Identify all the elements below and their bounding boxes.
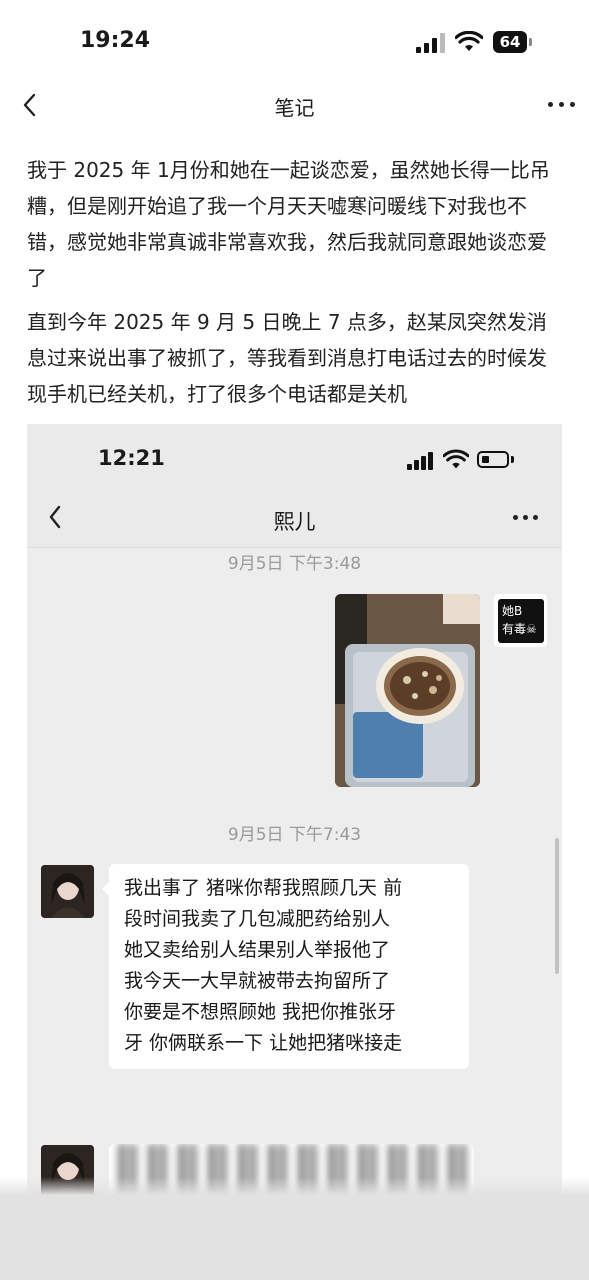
message-line: 她又卖给别人结果别人举报他了 bbox=[124, 939, 391, 961]
chat-timestamp: 9月5日 下午3:48 bbox=[227, 554, 362, 574]
chat-battery-cap bbox=[511, 456, 514, 463]
bottom-overlay bbox=[0, 1177, 589, 1280]
chat-timestamp: 9月5日 下午7:43 bbox=[227, 825, 362, 845]
page-title: 笔记 bbox=[274, 96, 315, 120]
chat-header: 12:21 熙儿 bbox=[27, 424, 562, 548]
message-line: 牙 你俩联系一下 让她把猪咪接走 bbox=[124, 1032, 403, 1054]
cellular-signal-icon bbox=[416, 33, 446, 53]
note-body: 我于 2025 年 1月份和她在一起谈恋爱，虽然她长得一比吊糟，但是刚开始追了我… bbox=[27, 152, 562, 420]
chat-ellipsis-icon[interactable] bbox=[513, 515, 539, 521]
avatar-photo bbox=[41, 865, 94, 918]
chat-screenshot-image[interactable]: 12:21 熙儿 9月5日 下午3:48 她B 有毒☠ 9月5日 下午7:43 … bbox=[27, 424, 562, 1280]
nav-bar: 笔记 bbox=[0, 84, 589, 128]
battery-cap bbox=[529, 38, 532, 46]
message-line: 我出事了 猪咪你帮我照顾几天 前 bbox=[124, 877, 403, 899]
message-line: 段时间我卖了几包减肥药给别人 bbox=[124, 908, 391, 930]
photo-content bbox=[335, 594, 480, 787]
wifi-icon bbox=[455, 31, 483, 51]
status-bar: 19:24 64 bbox=[0, 0, 589, 84]
self-avatar-line-2: 有毒☠ bbox=[502, 622, 537, 636]
contact-avatar[interactable] bbox=[41, 865, 94, 918]
note-paragraph-1: 我于 2025 年 1月份和她在一起谈恋爱，虽然她长得一比吊糟，但是刚开始追了我… bbox=[27, 158, 550, 290]
ellipsis-icon[interactable] bbox=[548, 102, 576, 110]
chat-battery-icon bbox=[477, 451, 509, 468]
sent-photo[interactable] bbox=[335, 594, 480, 787]
chat-status-time: 12:21 bbox=[98, 446, 165, 470]
message-line: 你要是不想照顾她 我把你推张牙 bbox=[124, 1001, 397, 1023]
status-time: 19:24 bbox=[80, 28, 151, 53]
self-avatar-line-1: 她B bbox=[502, 604, 523, 618]
message-line: 我今天一大早就被带去拘留所了 bbox=[124, 970, 391, 992]
chat-contact-name: 熙儿 bbox=[273, 510, 316, 534]
note-paragraph-2: 直到今年 2025 年 9 月 5 日晚上 7 点多，赵某凤突然发消息过来说出事… bbox=[27, 310, 547, 406]
self-avatar-badge: 她B 有毒☠ bbox=[498, 599, 544, 643]
battery-icon: 64 bbox=[493, 31, 527, 53]
message-bubble[interactable]: 我出事了 猪咪你帮我照顾几天 前 段时间我卖了几包减肥药给别人 她又卖给别人结果… bbox=[102, 864, 469, 1069]
chat-cellular-signal-icon bbox=[407, 452, 435, 470]
self-avatar[interactable]: 她B 有毒☠ bbox=[494, 594, 547, 647]
chat-wifi-icon bbox=[443, 449, 469, 469]
scrollbar[interactable] bbox=[555, 838, 559, 974]
